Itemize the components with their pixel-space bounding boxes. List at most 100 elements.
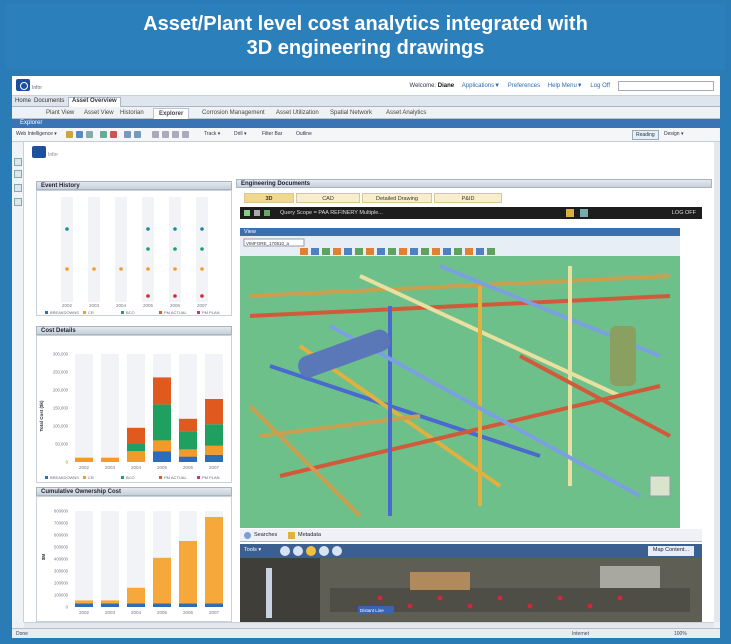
map-marker bbox=[527, 603, 533, 609]
searches-tab[interactable]: Searches bbox=[254, 532, 277, 538]
print-icon[interactable] bbox=[86, 131, 93, 138]
outline-button[interactable]: Outline bbox=[296, 131, 312, 137]
subtab-historian[interactable]: Historian bbox=[120, 110, 144, 116]
tab-documents[interactable]: Documents bbox=[34, 98, 64, 104]
column-band bbox=[75, 354, 93, 462]
track-menu[interactable]: Track ▾ bbox=[204, 131, 220, 137]
tab-3d[interactable]: 3D bbox=[244, 193, 294, 203]
settings-icon[interactable] bbox=[580, 209, 588, 217]
ownership-chart: 800000 700000 600000 500000 400000 300000 2000… bbox=[41, 509, 223, 615]
top-search-input[interactable] bbox=[618, 81, 714, 91]
y-tick-label: 200000 bbox=[54, 581, 69, 586]
model-tool-icon bbox=[311, 248, 319, 255]
subtab-spatial-network[interactable]: Spatial Network bbox=[330, 110, 372, 116]
model-tool-icon bbox=[377, 248, 385, 255]
preferences-link[interactable]: Preferences bbox=[508, 83, 540, 89]
y-tick-label: 0 bbox=[66, 460, 69, 465]
model-tool-icon bbox=[399, 248, 407, 255]
web-intelligence-menu[interactable]: Web Intelligence ▾ bbox=[16, 131, 57, 137]
drill-menu[interactable]: Drill ▾ bbox=[234, 131, 247, 137]
subtab-corrosion-management[interactable]: Corrosion Management bbox=[202, 110, 265, 116]
sub-tabs: Plant View Asset View Historian Explorer… bbox=[12, 107, 720, 119]
subtab-explorer[interactable]: Explorer bbox=[153, 108, 190, 119]
zoom-in-icon[interactable] bbox=[280, 546, 290, 556]
subtab-asset-analytics[interactable]: Asset Analytics bbox=[386, 110, 426, 116]
user-icon[interactable] bbox=[566, 209, 574, 217]
last-page-icon[interactable] bbox=[182, 131, 189, 138]
y-tick-label: 250,000 bbox=[53, 370, 69, 375]
undo-icon[interactable] bbox=[124, 131, 131, 138]
data-icon[interactable] bbox=[14, 184, 22, 192]
help-menu-link[interactable]: Help Menu▼ bbox=[548, 83, 583, 89]
map-toolbar: Tools ▾ Map Content... bbox=[240, 544, 702, 558]
tab-pid[interactable]: P&ID bbox=[434, 193, 502, 203]
applications-link[interactable]: Applications▼ bbox=[462, 83, 500, 89]
pan-hand-icon[interactable] bbox=[306, 546, 316, 556]
event-point bbox=[146, 294, 150, 298]
first-page-icon[interactable] bbox=[152, 131, 159, 138]
tab-home[interactable]: Home bbox=[15, 98, 31, 104]
metadata-icon[interactable] bbox=[288, 532, 295, 539]
map-tools-menu[interactable]: Tools ▾ bbox=[244, 547, 261, 553]
previous-page-icon[interactable] bbox=[162, 131, 169, 138]
measure-icon[interactable] bbox=[332, 546, 342, 556]
export-icon[interactable] bbox=[110, 131, 117, 138]
model-tool-icon bbox=[388, 248, 396, 255]
properties-icon[interactable] bbox=[14, 198, 22, 206]
report-logo-icon bbox=[32, 146, 46, 158]
model-tool-icon bbox=[322, 248, 330, 255]
forward-icon[interactable] bbox=[264, 210, 270, 216]
bar-segment bbox=[75, 457, 93, 462]
tab-cad[interactable]: CAD bbox=[296, 193, 360, 203]
filter-bar-button[interactable]: Filter Bar bbox=[262, 131, 282, 137]
page-banner: Asset/Plant level cost analytics integra… bbox=[6, 4, 725, 70]
save-icon[interactable] bbox=[76, 131, 83, 138]
y-tick-label: 800000 bbox=[54, 509, 69, 514]
y-tick-label: 100,000 bbox=[53, 424, 69, 429]
tab-asset-overview[interactable]: Asset Overview bbox=[68, 97, 121, 107]
x-tick-label: 2006 bbox=[183, 465, 194, 470]
folder-icon[interactable] bbox=[66, 131, 73, 138]
back-icon[interactable] bbox=[254, 210, 260, 216]
y-tick-label: 500000 bbox=[54, 545, 69, 550]
subtab-asset-view[interactable]: Asset View bbox=[84, 110, 114, 116]
searches-icon[interactable] bbox=[244, 532, 251, 539]
cost-details-chart: 300,000 250,000 200,000 150,000 100,000 50,00… bbox=[39, 352, 223, 480]
map-content-button[interactable]: Map Content... bbox=[647, 546, 694, 556]
zoom-out-icon[interactable] bbox=[293, 546, 303, 556]
toolbar: Web Intelligence ▾ Track ▾ Drill ▾ Filte… bbox=[12, 128, 720, 142]
navigation-icon[interactable] bbox=[14, 158, 22, 166]
metadata-tab[interactable]: Metadata bbox=[298, 532, 321, 538]
legend-label: PM PLAN bbox=[202, 475, 220, 480]
redo-icon[interactable] bbox=[134, 131, 141, 138]
event-point bbox=[92, 267, 96, 271]
infor-logo-icon bbox=[16, 79, 30, 91]
column-band bbox=[115, 197, 127, 302]
identify-icon[interactable] bbox=[319, 546, 329, 556]
subtab-plant-view[interactable]: Plant View bbox=[46, 110, 74, 116]
zoom-level[interactable]: 100% bbox=[674, 629, 687, 638]
design-menu[interactable]: Design ▾ bbox=[664, 131, 683, 137]
map-road bbox=[240, 558, 320, 628]
map-marker bbox=[407, 603, 413, 609]
legend-label: PM ACTUAL bbox=[164, 310, 187, 315]
next-page-icon[interactable] bbox=[172, 131, 179, 138]
column-band bbox=[75, 511, 93, 607]
legend-swatch bbox=[45, 311, 48, 314]
viewer-log-off[interactable]: LOG OFF bbox=[672, 207, 696, 219]
aerial-map[interactable]: Distant Line bbox=[240, 558, 702, 628]
x-tick-label: 2003 bbox=[105, 610, 116, 615]
nav-tabs: Home Documents Asset Overview bbox=[12, 96, 720, 107]
x-tick-label: 2005 bbox=[157, 610, 168, 615]
find-icon[interactable] bbox=[100, 131, 107, 138]
bar-segment bbox=[127, 603, 145, 607]
tab-detailed-drawing[interactable]: Detailed Drawing bbox=[362, 193, 432, 203]
subtab-asset-utilization[interactable]: Asset Utilization bbox=[276, 110, 319, 116]
log-off-link[interactable]: Log Off bbox=[590, 83, 610, 89]
home-icon[interactable] bbox=[244, 210, 250, 216]
map-marker bbox=[587, 603, 593, 609]
plant-3d-model[interactable]: VIMFORE_170810_a bbox=[240, 236, 680, 528]
structure-icon[interactable] bbox=[14, 170, 22, 178]
reading-button[interactable]: Reading bbox=[632, 130, 659, 140]
vertical-scrollbar[interactable] bbox=[714, 142, 720, 622]
